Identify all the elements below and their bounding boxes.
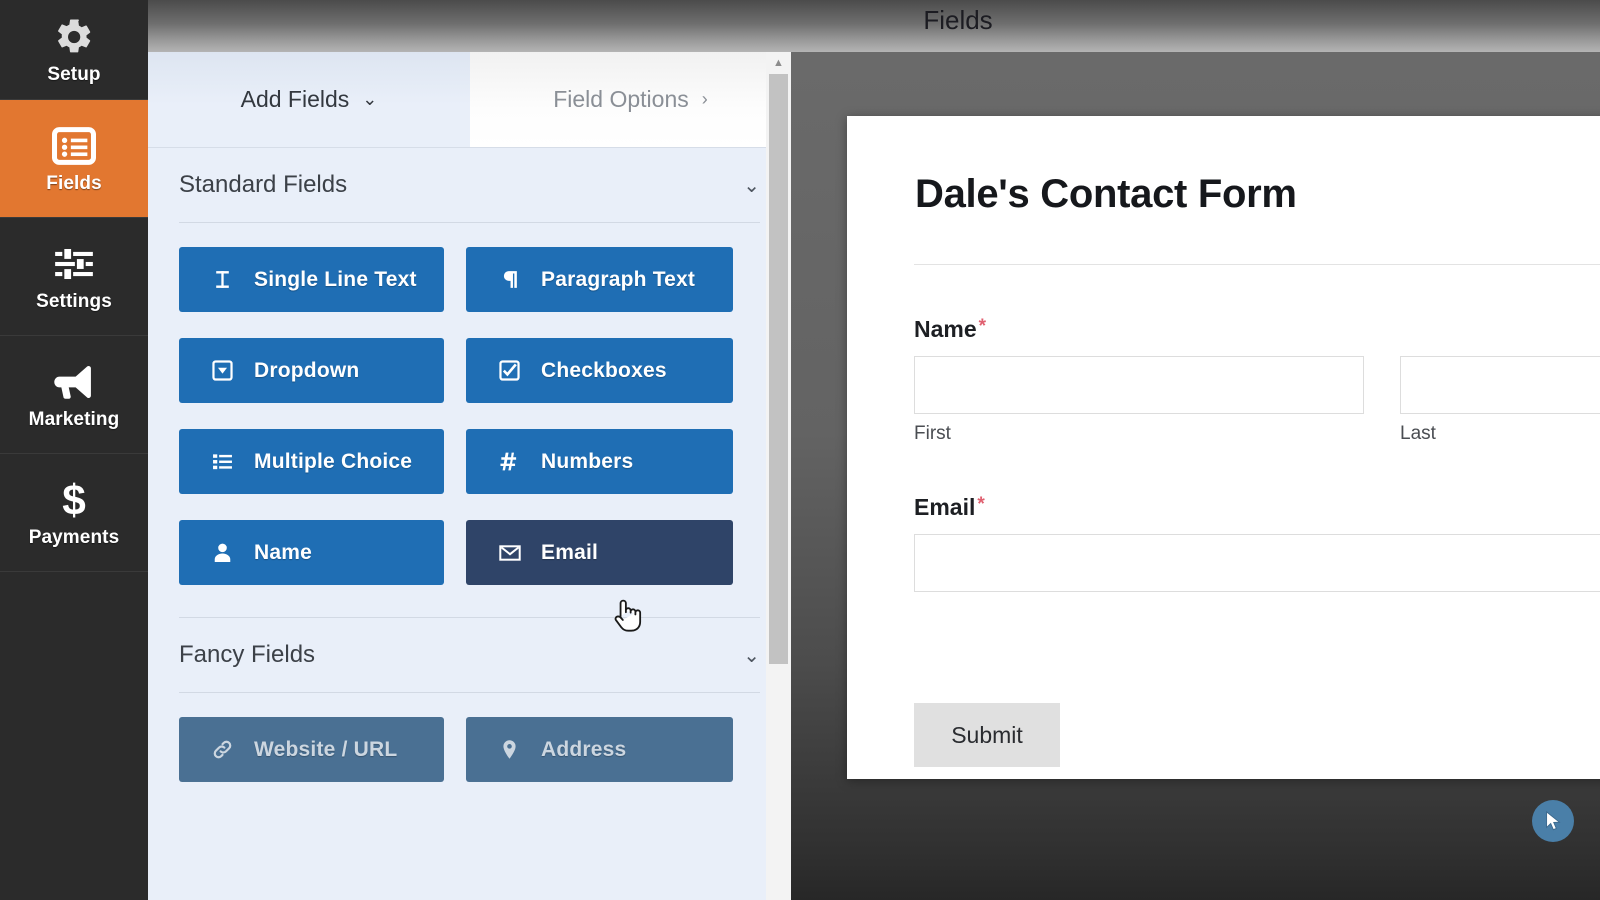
- field-label: Email *: [914, 494, 1600, 521]
- first-name-input[interactable]: [914, 356, 1364, 414]
- dollar-icon: $: [58, 477, 90, 523]
- text-cursor-icon: [212, 269, 240, 290]
- panel-scrollbar[interactable]: ▲: [766, 52, 791, 900]
- wpforms-builder: Setup Fields Settings Marketing $ Paymen…: [0, 0, 1600, 900]
- field-button-label: Email: [541, 540, 599, 564]
- first-name-sublabel: First: [914, 423, 951, 444]
- email-input[interactable]: [914, 534, 1600, 592]
- panel-tabs: Add Fields ⌄ Field Options ›: [148, 52, 791, 148]
- hash-icon: [499, 451, 527, 472]
- standard-fields-grid: Single Line Text Paragraph Text Dropdown…: [148, 223, 791, 611]
- panel-scroll-body: Standard Fields ⌄ Single Line Text Parag…: [148, 148, 791, 900]
- tab-field-options[interactable]: Field Options ›: [470, 52, 791, 147]
- cursor-arrow-icon: [1532, 800, 1574, 842]
- scroll-up-arrow-icon[interactable]: ▲: [766, 52, 791, 74]
- field-label-text: Email: [914, 494, 976, 520]
- list-form-icon: [52, 123, 96, 169]
- fields-panel: Add Fields ⌄ Field Options › Standard Fi…: [148, 52, 791, 900]
- page-title: Fields: [923, 5, 993, 35]
- map-pin-icon: [499, 739, 527, 760]
- section-header-standard-fields[interactable]: Standard Fields ⌄: [148, 148, 791, 222]
- required-asterisk: *: [977, 494, 985, 515]
- last-name-input[interactable]: [1400, 356, 1600, 414]
- field-button-address[interactable]: Address: [466, 717, 733, 782]
- field-button-website-url[interactable]: Website / URL: [179, 717, 444, 782]
- sidebar-item-payments[interactable]: $ Payments: [0, 454, 148, 572]
- dropdown-caret-icon: [212, 360, 240, 381]
- sidebar-item-label: Marketing: [28, 408, 120, 430]
- field-button-email[interactable]: Email: [466, 520, 733, 585]
- section-header-fancy-fields[interactable]: Fancy Fields ⌄: [148, 618, 791, 692]
- megaphone-icon: [51, 359, 97, 405]
- field-button-label: Name: [254, 540, 312, 564]
- field-button-label: Multiple Choice: [254, 449, 413, 473]
- pilcrow-icon: [499, 269, 527, 290]
- sidebar-item-marketing[interactable]: Marketing: [0, 336, 148, 454]
- form-field-name[interactable]: Name * First Last: [914, 316, 1600, 445]
- fancy-fields-grid: Website / URL Address: [148, 693, 791, 808]
- link-icon: [212, 739, 240, 760]
- chevron-right-icon: ›: [701, 89, 708, 109]
- field-button-checkboxes[interactable]: Checkboxes: [466, 338, 733, 403]
- field-button-name[interactable]: Name: [179, 520, 444, 585]
- field-button-label: Single Line Text: [254, 267, 417, 291]
- form-title: Dale's Contact Form: [915, 172, 1297, 216]
- chevron-down-icon: ⌄: [362, 89, 378, 109]
- sliders-icon: [52, 241, 96, 287]
- field-label: Name *: [914, 316, 1600, 343]
- field-button-numbers[interactable]: Numbers: [466, 429, 733, 494]
- field-button-dropdown[interactable]: Dropdown: [179, 338, 444, 403]
- checkbox-checked-icon: [499, 360, 527, 381]
- name-last-group: Last: [1400, 343, 1600, 445]
- svg-text:$: $: [62, 478, 86, 522]
- field-button-paragraph-text[interactable]: Paragraph Text: [466, 247, 733, 312]
- required-asterisk: *: [978, 316, 987, 337]
- field-button-multiple-choice[interactable]: Multiple Choice: [179, 429, 444, 494]
- name-first-group: First: [914, 343, 1364, 445]
- left-sidebar: Setup Fields Settings Marketing $ Paymen…: [0, 0, 148, 900]
- field-button-label: Checkboxes: [541, 358, 667, 382]
- form-preview-pane: Dale's Contact Form Name * First Last Em…: [791, 52, 1600, 900]
- field-label-text: Name: [914, 316, 977, 342]
- tab-field-options-label: Field Options: [553, 86, 689, 112]
- gear-icon: [53, 14, 95, 60]
- top-header-bar: Fields: [148, 0, 1600, 52]
- envelope-icon: [499, 542, 527, 564]
- form-field-email[interactable]: Email *: [914, 494, 1600, 592]
- field-button-single-line-text[interactable]: Single Line Text: [179, 247, 444, 312]
- scrollbar-thumb[interactable]: [769, 74, 788, 664]
- field-button-label: Dropdown: [254, 358, 360, 382]
- chevron-down-icon: ⌄: [743, 644, 760, 667]
- sidebar-item-label: Settings: [36, 290, 112, 312]
- sidebar-item-setup[interactable]: Setup: [0, 0, 148, 100]
- section-title: Standard Fields: [179, 171, 348, 198]
- sidebar-item-label: Fields: [46, 172, 102, 194]
- section-title: Fancy Fields: [179, 641, 316, 668]
- field-button-label: Website / URL: [254, 737, 398, 761]
- sidebar-item-fields[interactable]: Fields: [0, 100, 148, 218]
- last-name-sublabel: Last: [1400, 423, 1436, 444]
- user-icon: [212, 542, 240, 563]
- tab-add-fields-label: Add Fields: [240, 86, 350, 112]
- tab-add-fields[interactable]: Add Fields ⌄: [148, 52, 470, 147]
- sidebar-item-settings[interactable]: Settings: [0, 218, 148, 336]
- field-button-label: Numbers: [541, 449, 634, 473]
- form-card: Dale's Contact Form Name * First Last Em…: [847, 116, 1600, 779]
- bullet-list-icon: [212, 451, 240, 472]
- sidebar-item-label: Payments: [28, 526, 120, 548]
- form-title-divider: [914, 264, 1600, 265]
- field-button-label: Address: [541, 737, 627, 761]
- submit-button[interactable]: Submit: [914, 703, 1060, 767]
- chevron-down-icon: ⌄: [743, 174, 760, 197]
- sidebar-item-label: Setup: [47, 63, 101, 85]
- field-button-label: Paragraph Text: [541, 267, 696, 291]
